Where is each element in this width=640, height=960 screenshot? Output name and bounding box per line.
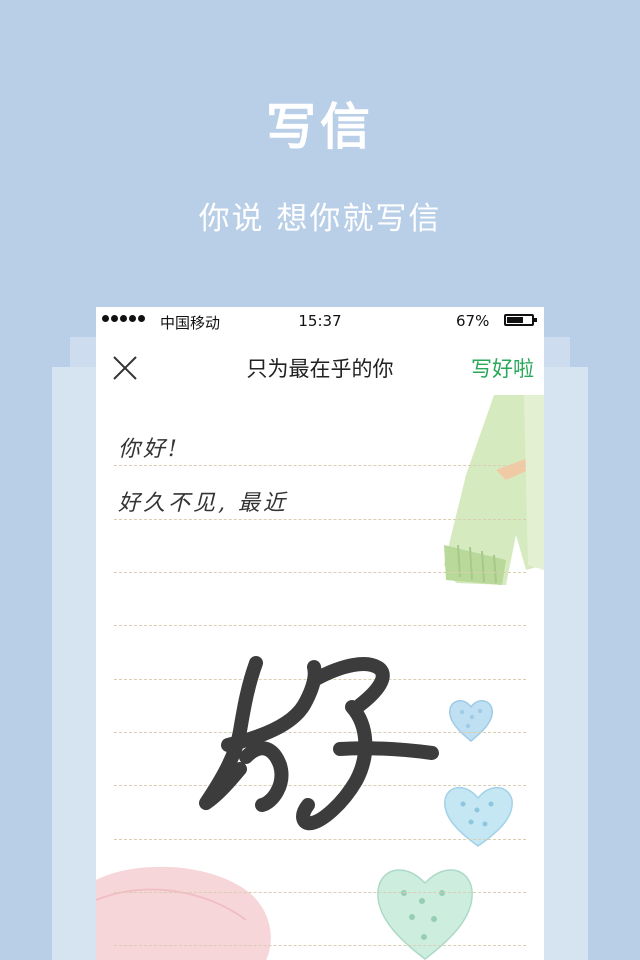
paper-rule bbox=[114, 945, 526, 946]
phone-screen: 中国移动 15:37 67% 只为最在乎的你 写好啦 你好! 好久不见, 最近 bbox=[96, 307, 544, 960]
paper-rule bbox=[114, 625, 526, 626]
paper-rule bbox=[114, 465, 526, 466]
nav-bar: 只为最在乎的你 写好啦 bbox=[96, 347, 544, 391]
battery-icon bbox=[504, 314, 537, 326]
done-button[interactable]: 写好啦 bbox=[471, 353, 534, 383]
paper-rule bbox=[114, 892, 526, 893]
letter-paper[interactable]: 你好! 好久不见, 最近 bbox=[96, 395, 544, 960]
letter-line-greeting: 你好! bbox=[118, 437, 180, 462]
promo-title: 写信 bbox=[266, 98, 374, 156]
close-icon bbox=[113, 356, 137, 380]
handwriting-glyph bbox=[199, 656, 439, 831]
paper-rule bbox=[114, 572, 526, 573]
promo-subtitle: 你说 想你就写信 bbox=[198, 201, 442, 237]
sweater-illustration bbox=[444, 395, 544, 585]
battery-percent: 67% bbox=[456, 312, 490, 330]
status-bar: 中国移动 15:37 67% bbox=[96, 307, 544, 335]
heart-icon bbox=[448, 700, 494, 742]
close-button[interactable] bbox=[110, 353, 140, 383]
letter-line-body: 好久不见, 最近 bbox=[118, 491, 288, 516]
paper-rule bbox=[114, 519, 526, 520]
